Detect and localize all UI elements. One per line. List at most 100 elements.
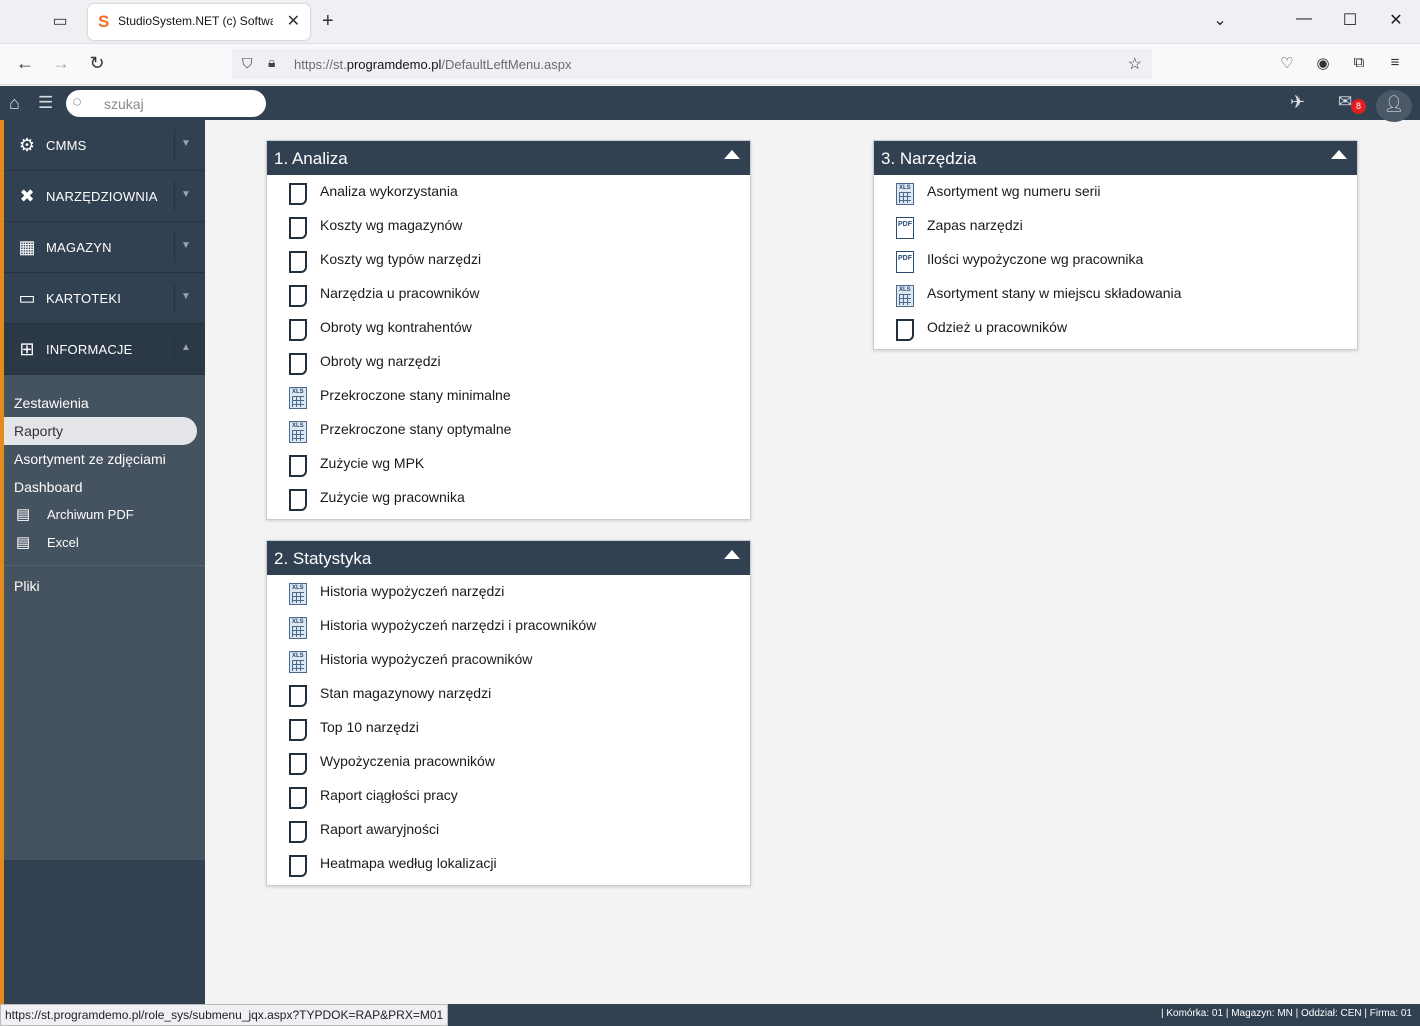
report-item-label[interactable]: Koszty wg typów narzędzi	[320, 251, 481, 267]
report-item[interactable]: Raport ciągłości pracy	[267, 779, 750, 813]
menu-toggle-icon[interactable]: ☰	[38, 93, 53, 113]
browser-tab[interactable]: S StudioSystem.NET (c) Software ✕	[88, 4, 310, 40]
new-tab-icon[interactable]: +	[322, 10, 334, 33]
report-item-label[interactable]: Zużycie wg pracownika	[320, 489, 465, 505]
caret-down-icon[interactable]: ▼	[181, 189, 191, 200]
close-window-icon[interactable]: ✕	[1384, 10, 1408, 30]
report-item[interactable]: Zużycie wg pracownika	[267, 481, 750, 515]
caret-down-icon[interactable]: ▼	[181, 138, 191, 149]
collapse-triangle-icon[interactable]	[1331, 150, 1347, 159]
bookmark-star-icon[interactable]: ☆	[1128, 54, 1142, 74]
report-item[interactable]: Heatmapa według lokalizacji	[267, 847, 750, 881]
submenu-item-asortyment-zdjecia[interactable]: Asortyment ze zdjęciami	[4, 445, 197, 473]
submenu-item-dashboard[interactable]: Dashboard	[4, 473, 197, 501]
report-item-label[interactable]: Zapas narzędzi	[927, 217, 1023, 233]
report-item-label[interactable]: Historia wypożyczeń narzędzi	[320, 583, 504, 599]
close-tab-icon[interactable]: ✕	[287, 11, 300, 31]
document-icon	[289, 821, 307, 843]
informacje-submenu: Zestawienia Raporty Asortyment ze zdjęci…	[4, 375, 205, 860]
report-item[interactable]: Raport awaryjności	[267, 813, 750, 847]
report-item-label[interactable]: Obroty wg narzędzi	[320, 353, 441, 369]
mail-icon[interactable]: ✉	[1338, 92, 1352, 112]
report-item[interactable]: Koszty wg typów narzędzi	[267, 243, 750, 277]
report-item[interactable]: Obroty wg narzędzi	[267, 345, 750, 379]
submenu-item-excel[interactable]: ▤ Excel	[4, 529, 197, 557]
account-icon[interactable]: ◉	[1312, 54, 1334, 72]
report-item[interactable]: Odzież u pracowników	[874, 311, 1357, 345]
hamburger-menu-icon[interactable]: ≡	[1384, 54, 1406, 71]
report-item[interactable]: Asortyment stany w miejscu składowania	[874, 277, 1357, 311]
report-item[interactable]: Ilości wypożyczone wg pracownika	[874, 243, 1357, 277]
report-item[interactable]: Zapas narzędzi	[874, 209, 1357, 243]
forward-icon[interactable]: →	[50, 53, 72, 74]
lock-icon[interactable]: 🔒︎	[268, 54, 275, 71]
home-icon[interactable]: ⌂	[9, 93, 20, 114]
report-item[interactable]: Zużycie wg MPK	[267, 447, 750, 481]
report-item-label[interactable]: Przekroczone stany minimalne	[320, 387, 511, 403]
sidebar-item-cmms[interactable]: ⚙ CMMS ▼	[4, 120, 205, 171]
sidebar-item-informacje[interactable]: ⊞ INFORMACJE ▲	[4, 324, 205, 375]
report-item-label[interactable]: Obroty wg kontrahentów	[320, 319, 472, 335]
submenu-item-archiwum-pdf[interactable]: ▤ Archiwum PDF	[4, 501, 197, 529]
sidebar-item-narzedziownia[interactable]: ✖ NARZĘDZIOWNIA ▼	[4, 171, 205, 222]
minimize-icon[interactable]: —	[1292, 10, 1316, 28]
collapse-triangle-icon[interactable]	[724, 150, 740, 159]
report-item-label[interactable]: Przekroczone stany optymalne	[320, 421, 511, 437]
chevron-down-icon[interactable]: ⌄	[1208, 10, 1232, 30]
extensions-icon[interactable]: ⧉	[1348, 54, 1370, 71]
tab-list-icon[interactable]: ▭	[50, 12, 70, 32]
collapse-triangle-icon[interactable]	[724, 550, 740, 559]
report-item[interactable]: Historia wypożyczeń pracowników	[267, 643, 750, 677]
caret-down-icon[interactable]: ▼	[181, 291, 191, 302]
report-item[interactable]: Koszty wg magazynów	[267, 209, 750, 243]
report-item-label[interactable]: Analiza wykorzystania	[320, 183, 458, 199]
report-item[interactable]: Wypożyczenia pracowników	[267, 745, 750, 779]
report-item[interactable]: Przekroczone stany minimalne	[267, 379, 750, 413]
report-item[interactable]: Analiza wykorzystania	[267, 175, 750, 209]
report-item[interactable]: Stan magazynowy narzędzi	[267, 677, 750, 711]
report-item[interactable]: Historia wypożyczeń narzędzi i pracownik…	[267, 609, 750, 643]
back-icon[interactable]: ←	[14, 53, 36, 74]
submenu-item-raporty[interactable]: Raporty	[4, 417, 197, 445]
address-bar[interactable]: ⛉ 🔒︎ https://st.programdemo.pl/DefaultLe…	[232, 49, 1152, 79]
pocket-icon[interactable]: ♡	[1276, 54, 1298, 72]
user-avatar-icon[interactable]: 👤︎	[1376, 90, 1412, 122]
caret-up-icon[interactable]: ▲	[181, 342, 191, 353]
report-item[interactable]: Obroty wg kontrahentów	[267, 311, 750, 345]
submenu-item-zestawienia[interactable]: Zestawienia	[4, 389, 197, 417]
report-item-label[interactable]: Raport awaryjności	[320, 821, 439, 837]
report-item-label[interactable]: Ilości wypożyczone wg pracownika	[927, 251, 1143, 267]
report-item[interactable]: Przekroczone stany optymalne	[267, 413, 750, 447]
report-item-label[interactable]: Asortyment stany w miejscu składowania	[927, 285, 1181, 301]
sidebar-item-kartoteki[interactable]: ▭ KARTOTEKI ▼	[4, 273, 205, 324]
search-input[interactable]	[104, 94, 254, 114]
submenu-item-pliki[interactable]: Pliki	[4, 572, 197, 600]
report-item-label[interactable]: Stan magazynowy narzędzi	[320, 685, 491, 701]
plane-icon[interactable]: ✈	[1290, 92, 1305, 113]
report-item-label[interactable]: Historia wypożyczeń pracowników	[320, 651, 532, 667]
url-text[interactable]: https://st.programdemo.pl/DefaultLeftMen…	[294, 57, 571, 72]
report-item[interactable]: Top 10 narzędzi	[267, 711, 750, 745]
shield-icon[interactable]: ⛉	[242, 55, 253, 72]
report-item-label[interactable]: Historia wypożyczeń narzędzi i pracownik…	[320, 617, 596, 633]
report-item[interactable]: Historia wypożyczeń narzędzi	[267, 575, 750, 609]
report-item[interactable]: Narzędzia u pracowników	[267, 277, 750, 311]
sidebar-item-label: KARTOTEKI	[46, 291, 122, 306]
sidebar-item-magazyn[interactable]: ▦ MAGAZYN ▼	[4, 222, 205, 273]
report-item-label[interactable]: Odzież u pracowników	[927, 319, 1067, 335]
report-item-label[interactable]: Koszty wg magazynów	[320, 217, 462, 233]
sidebar-item-label: NARZĘDZIOWNIA	[46, 189, 158, 204]
report-item-label[interactable]: Zużycie wg MPK	[320, 455, 424, 471]
caret-down-icon[interactable]: ▼	[181, 240, 191, 251]
report-item-label[interactable]: Wypożyczenia pracowników	[320, 753, 495, 769]
maximize-icon[interactable]: ☐	[1338, 10, 1362, 30]
report-item-label[interactable]: Narzędzia u pracowników	[320, 285, 480, 301]
document-icon	[289, 787, 307, 809]
report-item[interactable]: Asortyment wg numeru serii	[874, 175, 1357, 209]
report-item-label[interactable]: Raport ciągłości pracy	[320, 787, 458, 803]
report-item-label[interactable]: Asortyment wg numeru serii	[927, 183, 1101, 199]
report-item-label[interactable]: Top 10 narzędzi	[320, 719, 419, 735]
report-item-label[interactable]: Heatmapa według lokalizacji	[320, 855, 497, 871]
reload-icon[interactable]: ↻	[86, 53, 108, 74]
mail-count-badge: 8	[1351, 99, 1366, 114]
